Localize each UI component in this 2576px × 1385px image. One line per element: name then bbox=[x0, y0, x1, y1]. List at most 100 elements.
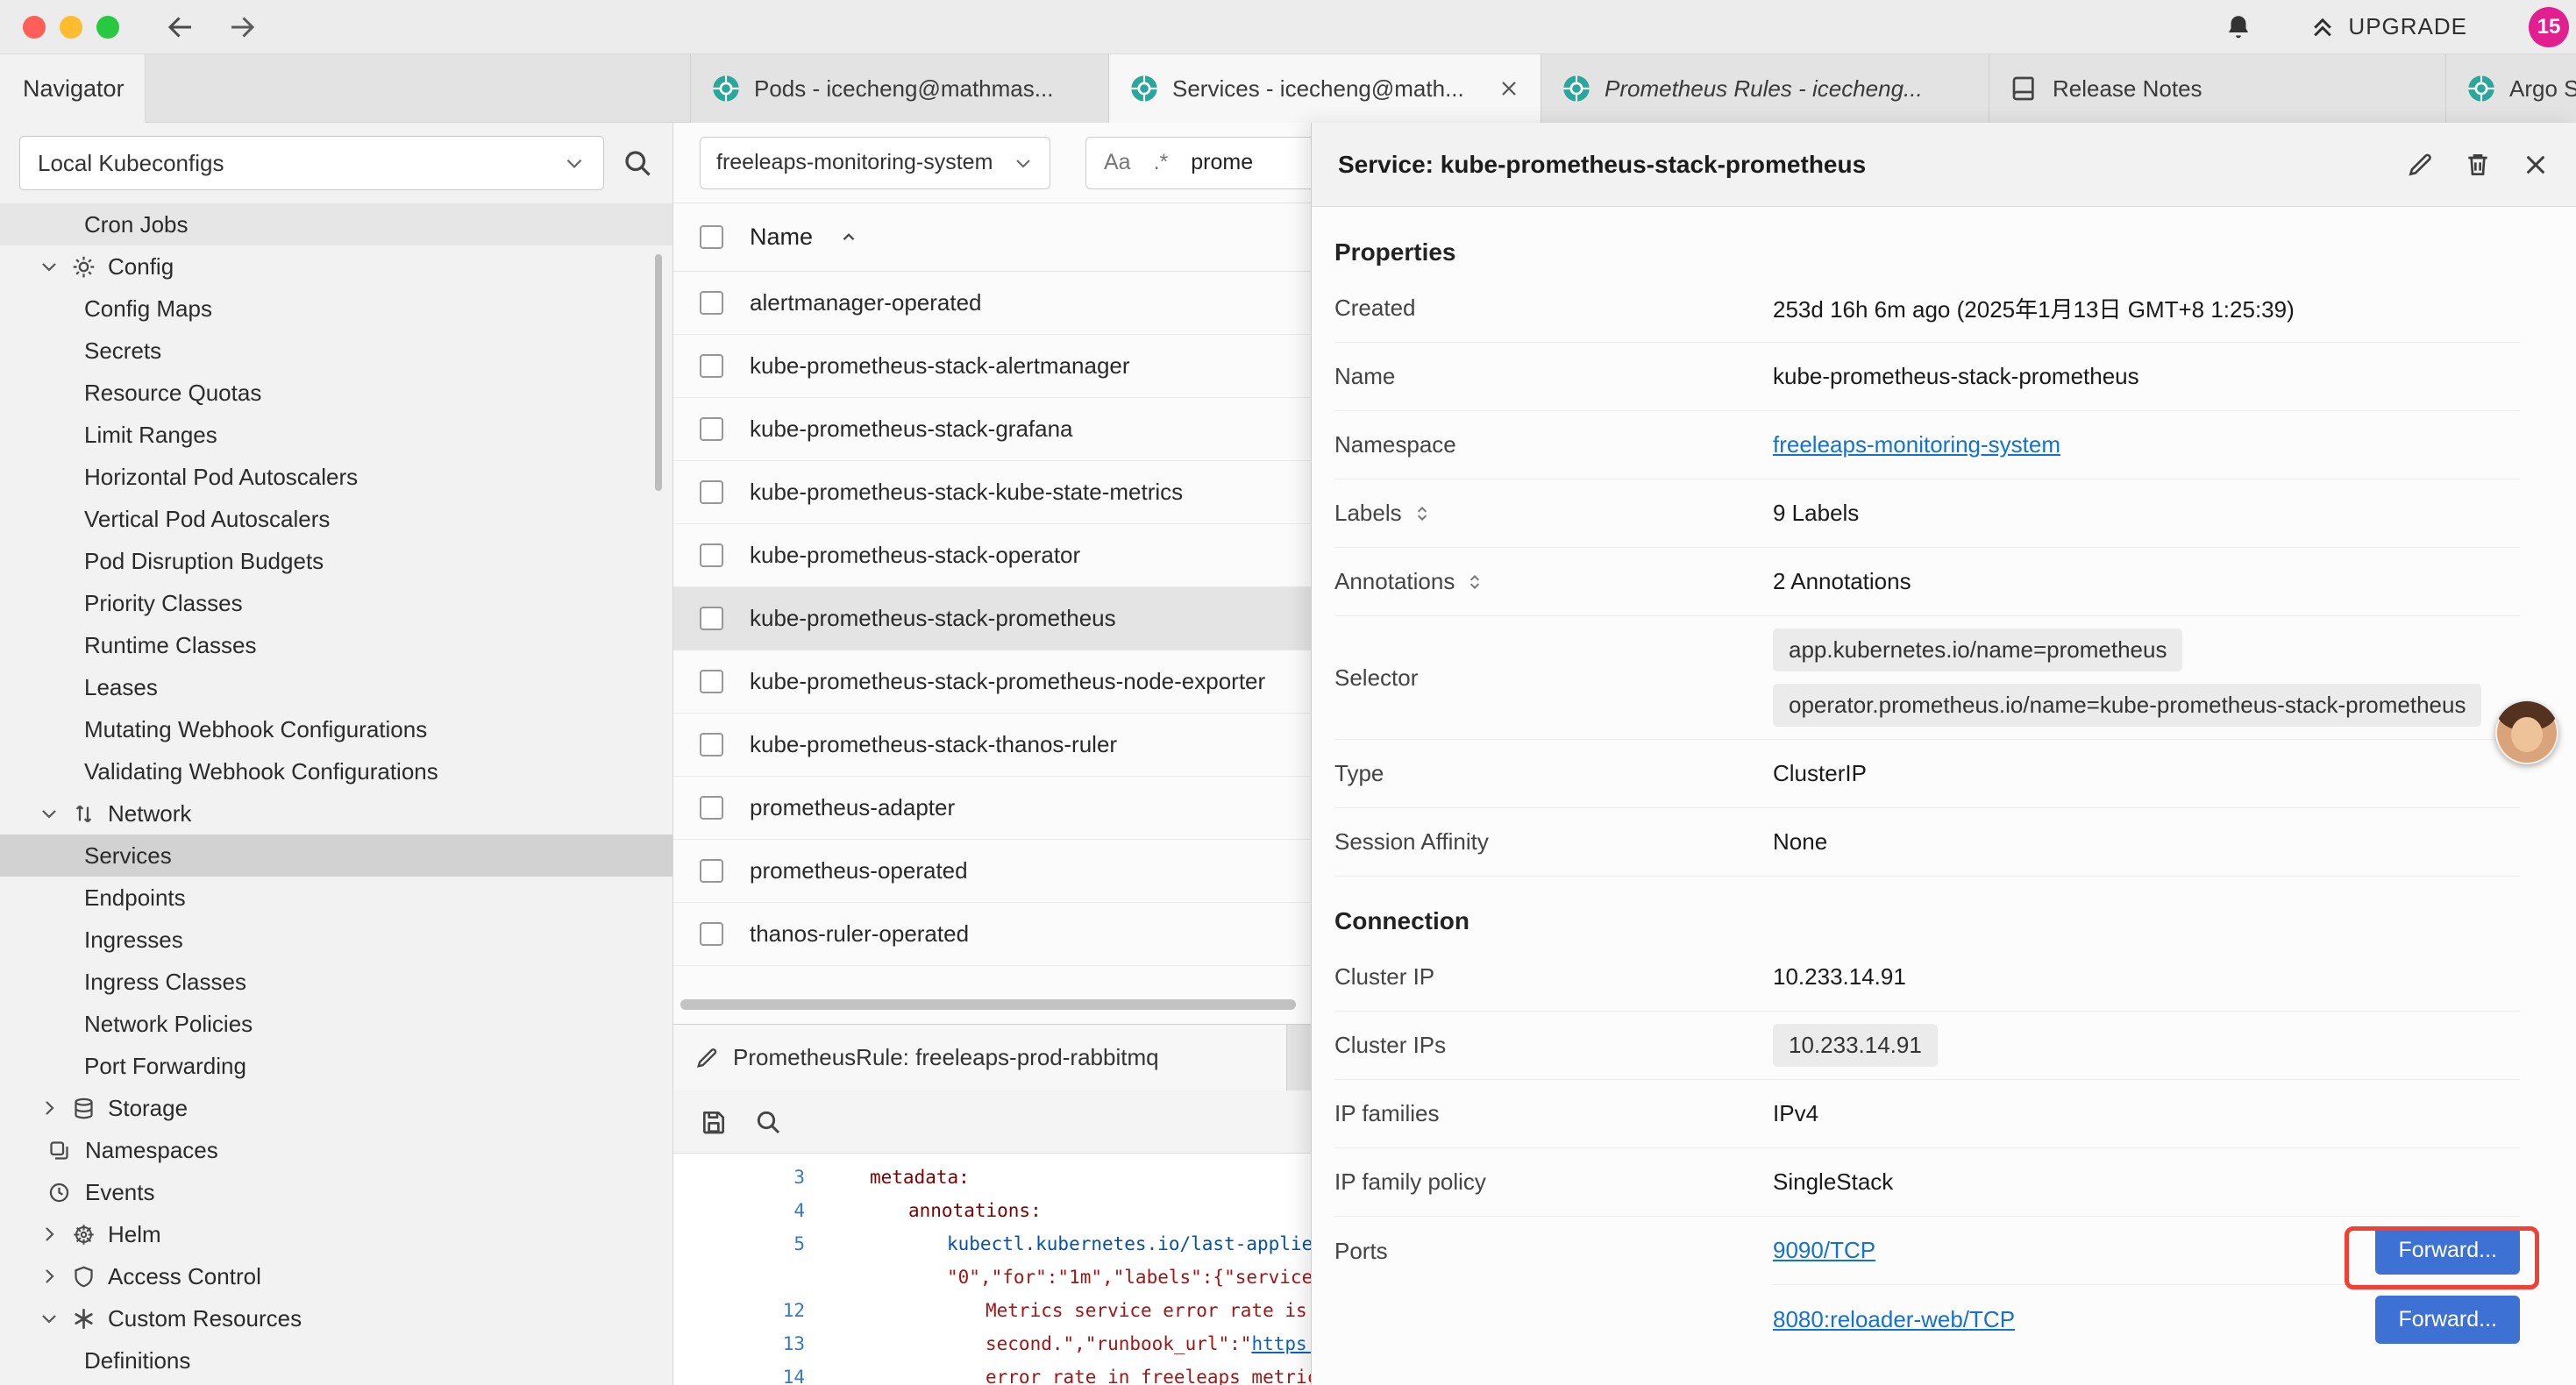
sidebar-item-port-forwarding[interactable]: Port Forwarding bbox=[0, 1045, 672, 1087]
sidebar-item-label: Access Control bbox=[108, 1263, 261, 1290]
close-icon[interactable] bbox=[2522, 151, 2550, 179]
sidebar-item-access-control[interactable]: Access Control bbox=[0, 1255, 672, 1297]
row-checkbox[interactable] bbox=[700, 543, 723, 567]
kubeconfig-selector[interactable]: Local Kubeconfigs bbox=[19, 136, 604, 190]
cluster-ip-value: 10.233.14.91 bbox=[1773, 951, 2520, 1003]
minimize-window-button[interactable] bbox=[60, 16, 82, 39]
sidebar-item-label: Config Maps bbox=[84, 295, 212, 323]
sidebar-item-config[interactable]: Config bbox=[0, 245, 672, 288]
sidebar-item-horizontal-pod-autoscalers[interactable]: Horizontal Pod Autoscalers bbox=[0, 456, 672, 498]
trash-icon[interactable] bbox=[2464, 151, 2492, 179]
row-checkbox[interactable] bbox=[700, 480, 723, 504]
row-checkbox[interactable] bbox=[700, 607, 723, 630]
port-row: 9090/TCP Forward... bbox=[1773, 1217, 2520, 1285]
labels-label: Labels bbox=[1334, 500, 1402, 527]
search-icon[interactable] bbox=[622, 147, 653, 179]
sidebar-item-config-maps[interactable]: Config Maps bbox=[0, 288, 672, 330]
tab-release-notes[interactable]: Release Notes bbox=[1989, 54, 2446, 123]
close-window-button[interactable] bbox=[23, 16, 46, 39]
sidebar-item-label: Ingresses bbox=[84, 927, 183, 954]
sidebar-item-secrets[interactable]: Secrets bbox=[0, 330, 672, 372]
namespace-filter[interactable]: freeleaps-monitoring-system bbox=[700, 137, 1050, 189]
port-link[interactable]: 8080:reloader-web/TCP bbox=[1773, 1306, 2015, 1333]
close-icon[interactable] bbox=[1498, 78, 1519, 99]
row-checkbox[interactable] bbox=[700, 859, 723, 883]
select-all-checkbox[interactable] bbox=[700, 225, 723, 249]
upgrade-icon bbox=[2309, 14, 2336, 40]
tab-prometheus-rules-icecheng[interactable]: Prometheus Rules - icecheng... bbox=[1541, 54, 1989, 123]
edit-icon[interactable] bbox=[2406, 151, 2434, 179]
sidebar-item-pod-disruption-budgets[interactable]: Pod Disruption Budgets bbox=[0, 540, 672, 582]
row-checkbox[interactable] bbox=[700, 733, 723, 756]
sidebar-item-validating-webhook-configurations[interactable]: Validating Webhook Configurations bbox=[0, 750, 672, 792]
tab-argo-se[interactable]: Argo Se bbox=[2445, 54, 2576, 123]
maximize-window-button[interactable] bbox=[96, 16, 119, 39]
search-icon[interactable] bbox=[754, 1108, 782, 1136]
sidebar-item-cron-jobs[interactable]: Cron Jobs bbox=[0, 203, 672, 245]
forward-button[interactable]: Forward... bbox=[2375, 1296, 2520, 1344]
sidebar-item-namespaces[interactable]: Namespaces bbox=[0, 1129, 672, 1171]
sidebar-item-limit-ranges[interactable]: Limit Ranges bbox=[0, 414, 672, 456]
save-icon[interactable] bbox=[700, 1108, 728, 1136]
sidebar-item-ingress-classes[interactable]: Ingress Classes bbox=[0, 961, 672, 1003]
row-checkbox[interactable] bbox=[700, 291, 723, 315]
sidebar-item-storage[interactable]: Storage bbox=[0, 1087, 672, 1129]
sidebar-item-runtime-classes[interactable]: Runtime Classes bbox=[0, 624, 672, 666]
sidebar-item-definitions[interactable]: Definitions bbox=[0, 1339, 672, 1381]
sidebar-item-priority-classes[interactable]: Priority Classes bbox=[0, 582, 672, 624]
namespace-filter-value: freeleaps-monitoring-system bbox=[716, 150, 993, 175]
sidebar-scrollbar[interactable] bbox=[655, 254, 662, 491]
sort-asc-icon[interactable] bbox=[839, 228, 858, 247]
forward-button[interactable]: Forward... bbox=[2375, 1226, 2520, 1275]
freelens-icon bbox=[712, 75, 740, 103]
service-name: kube-prometheus-stack-alertmanager bbox=[750, 352, 1130, 380]
line-number: 13 bbox=[673, 1327, 840, 1360]
chevron-right-icon bbox=[39, 1097, 60, 1119]
service-name: kube-prometheus-stack-thanos-ruler bbox=[750, 731, 1117, 758]
row-checkbox[interactable] bbox=[700, 417, 723, 441]
sidebar-item-resource-quotas[interactable]: Resource Quotas bbox=[0, 372, 672, 414]
upgrade-button[interactable]: UPGRADE bbox=[2309, 13, 2467, 40]
created-label: Created bbox=[1334, 295, 1416, 322]
port-link[interactable]: 9090/TCP bbox=[1773, 1237, 1875, 1264]
sidebar-item-network[interactable]: Network bbox=[0, 792, 672, 835]
row-checkbox[interactable] bbox=[700, 354, 723, 378]
expand-icon[interactable] bbox=[1413, 504, 1432, 523]
sidebar-item-vertical-pod-autoscalers[interactable]: Vertical Pod Autoscalers bbox=[0, 498, 672, 540]
forward-icon[interactable] bbox=[226, 11, 258, 43]
sidebar-item-network-policies[interactable]: Network Policies bbox=[0, 1003, 672, 1045]
row-checkbox[interactable] bbox=[700, 796, 723, 820]
match-case-toggle[interactable]: Aa bbox=[1104, 150, 1131, 175]
selector-label: Selector bbox=[1334, 664, 1418, 692]
tab-services-icecheng-math[interactable]: Services - icecheng@math... bbox=[1108, 54, 1541, 123]
selector-row: Selector app.kubernetes.io/name=promethe… bbox=[1334, 616, 2520, 740]
sidebar-item-endpoints[interactable]: Endpoints bbox=[0, 877, 672, 919]
sidebar-item-helm[interactable]: Helm bbox=[0, 1213, 672, 1255]
sidebar-item-custom-resources[interactable]: Custom Resources bbox=[0, 1297, 672, 1339]
sidebar-item-label: Secrets bbox=[84, 337, 161, 365]
line-number: 12 bbox=[673, 1294, 840, 1327]
expand-icon[interactable] bbox=[1465, 572, 1484, 592]
sidebar-item-ingresses[interactable]: Ingresses bbox=[0, 919, 672, 961]
prometheusrule-tab[interactable]: PrometheusRule: freeleaps-prod-rabbitmq bbox=[673, 1025, 1287, 1090]
sidebar-item-mutating-webhook-configurations[interactable]: Mutating Webhook Configurations bbox=[0, 708, 672, 750]
regex-toggle[interactable]: .* bbox=[1154, 150, 1169, 175]
sidebar-item-events[interactable]: Events bbox=[0, 1171, 672, 1213]
back-icon[interactable] bbox=[165, 11, 196, 43]
row-checkbox[interactable] bbox=[700, 922, 723, 946]
sidebar-item-label: Mutating Webhook Configurations bbox=[84, 716, 427, 743]
tab-strip: Navigator Pods - icecheng@mathmas...Serv… bbox=[0, 54, 2576, 123]
row-checkbox[interactable] bbox=[700, 670, 723, 693]
bell-icon[interactable] bbox=[2224, 12, 2253, 42]
name-column-header[interactable]: Name bbox=[750, 224, 813, 251]
avatar[interactable] bbox=[2495, 701, 2558, 764]
horizontal-scrollbar[interactable] bbox=[680, 999, 1296, 1010]
navigator-tab[interactable]: Navigator bbox=[0, 54, 146, 123]
freelens-icon bbox=[2467, 75, 2495, 103]
tab-pods-icecheng-mathmas[interactable]: Pods - icecheng@mathmas... bbox=[690, 54, 1109, 123]
sidebar-item-services[interactable]: Services bbox=[0, 835, 672, 877]
sidebar-item-label: Runtime Classes bbox=[84, 632, 257, 659]
sidebar-item-leases[interactable]: Leases bbox=[0, 666, 672, 708]
namespace-link[interactable]: freeleaps-monitoring-system bbox=[1773, 431, 2060, 458]
notification-badge[interactable]: 15 bbox=[2529, 7, 2569, 47]
